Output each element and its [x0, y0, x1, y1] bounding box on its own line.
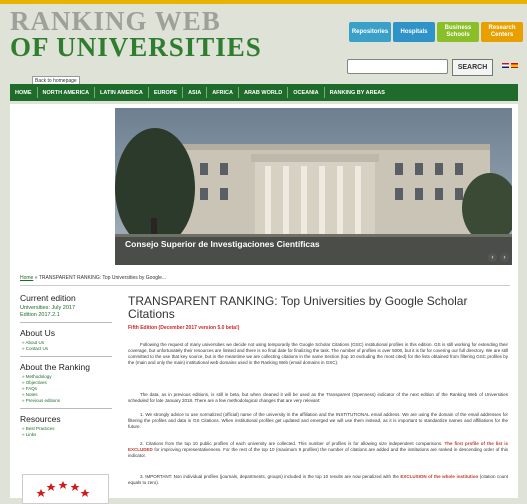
sidebar-divider: [20, 356, 112, 357]
logo-line-2[interactable]: OF UNIVERSITIES: [10, 32, 262, 63]
sidebar-link-previous-editions[interactable]: » Previous editions: [20, 398, 112, 404]
divider: [20, 285, 510, 286]
paragraph-5-highlight: EXCLUSION of the whole institution: [400, 474, 479, 479]
current-edition-line-2[interactable]: Edition 2017.2.1: [20, 312, 112, 319]
breadcrumb-home-link[interactable]: Home: [20, 275, 33, 281]
page-title: TRANSPARENT RANKING: Top Universities by…: [128, 294, 468, 321]
sidebar-divider: [20, 322, 112, 323]
current-edition-heading: Current edition: [20, 293, 76, 303]
research-centers-button[interactable]: Research Centers: [481, 22, 523, 42]
breadcrumb: Home » TRANSPARENT RANKING: Top Universi…: [20, 275, 166, 281]
banner-next-icon[interactable]: ›: [500, 253, 509, 262]
search-input[interactable]: [347, 59, 448, 74]
language-flags: [502, 63, 518, 68]
paragraph-1: Following the request of many universiti…: [128, 342, 508, 365]
nav-latin-america[interactable]: LATIN AMERICA: [95, 87, 149, 98]
nav-arab-world[interactable]: ARAB WORLD: [239, 87, 289, 98]
spanish-flag-icon[interactable]: [511, 63, 518, 68]
resources-heading: Resources: [20, 414, 61, 424]
sidebar-divider: [20, 408, 112, 409]
nav-africa[interactable]: AFRICA: [207, 87, 239, 98]
paragraph-3: 1. We strongly advice to use normalized …: [128, 412, 508, 429]
nav-oceania[interactable]: OCEANIA: [288, 87, 325, 98]
paragraph-4: 2. Citations from the top 10 public prof…: [128, 441, 508, 458]
main-nav: HOME NORTH AMERICA LATIN AMERICA EUROPE …: [10, 84, 518, 101]
paragraph-2: The data, as in previous editions, is st…: [128, 392, 508, 403]
english-flag-icon[interactable]: [502, 63, 509, 68]
sidebar-link-links[interactable]: » Links: [20, 432, 112, 438]
nav-asia[interactable]: ASIA: [183, 87, 208, 98]
eu-seal-logo: [22, 474, 109, 504]
banner-prev-icon[interactable]: ‹: [488, 253, 497, 262]
sidebar-link-contact-us[interactable]: » Contact Us: [20, 346, 112, 352]
business-schools-button[interactable]: Business Schools: [437, 22, 479, 42]
top-stripe: [0, 0, 527, 4]
about-ranking-heading: About the Ranking: [20, 362, 90, 372]
hospitals-button[interactable]: Hospitals: [393, 22, 435, 42]
about-us-heading: About Us: [20, 328, 55, 338]
nav-home[interactable]: HOME: [10, 87, 38, 98]
paragraph-5: 3. IMPORTANT: Non individual profiles (j…: [128, 474, 509, 485]
breadcrumb-current: » TRANSPARENT RANKING: Top Universities …: [34, 275, 167, 281]
nav-north-america[interactable]: NORTH AMERICA: [38, 87, 96, 98]
banner-caption: Consejo Superior de Investigaciones Cien…: [125, 239, 320, 249]
sidebar: Current edition Universities: July 2017 …: [20, 293, 112, 438]
search-button[interactable]: SEARCH: [452, 59, 493, 76]
nav-europe[interactable]: EUROPE: [149, 87, 184, 98]
star-emblem-icon: [36, 481, 90, 497]
edition-label: Fifth Edition (December 2017 version 5.0…: [128, 325, 240, 331]
repositories-button[interactable]: Repositories: [349, 22, 391, 42]
nav-ranking-by-areas[interactable]: RANKING BY AREAS: [325, 87, 390, 98]
